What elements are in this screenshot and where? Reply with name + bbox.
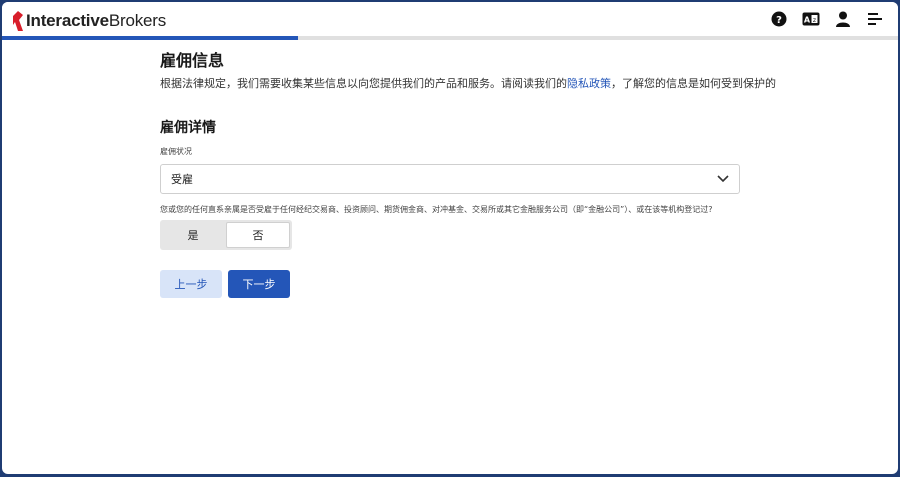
- intro-text-before: 根据法律规定，我们需要收集某些信息以向您提供我们的产品和服务。请阅读我们的: [160, 77, 567, 90]
- toggle-no[interactable]: 否: [226, 222, 290, 248]
- toggle-yes[interactable]: 是: [162, 222, 224, 248]
- affiliation-toggle: 是 否: [160, 220, 292, 250]
- employment-status-label: 雇佣状况: [160, 147, 192, 156]
- svg-text:z: z: [813, 17, 816, 24]
- brand-logo[interactable]: InteractiveBrokers: [12, 10, 166, 32]
- intro-text: 根据法律规定，我们需要收集某些信息以向您提供我们的产品和服务。请阅读我们的隐私政…: [160, 76, 776, 92]
- language-icon[interactable]: Az: [802, 10, 820, 28]
- page-title: 雇佣信息: [160, 51, 225, 70]
- progress-fill: [2, 36, 298, 40]
- previous-button[interactable]: 上一步: [160, 270, 222, 298]
- menu-icon[interactable]: [866, 10, 884, 28]
- privacy-policy-link[interactable]: 隐私政策: [567, 77, 611, 90]
- brand-name: InteractiveBrokers: [26, 11, 167, 30]
- app-window: InteractiveBrokers ? Az 雇佣信息 根据法律规定，我们需要…: [2, 2, 898, 474]
- next-button[interactable]: 下一步: [228, 270, 290, 298]
- chevron-down-icon: [717, 175, 729, 183]
- help-icon[interactable]: ?: [770, 10, 788, 28]
- ib-logo-icon: [13, 11, 23, 31]
- main-content: 雇佣信息 根据法律规定，我们需要收集某些信息以向您提供我们的产品和服务。请阅读我…: [160, 50, 776, 298]
- progress-track: [2, 36, 898, 40]
- nav-buttons: 上一步 下一步: [160, 270, 742, 298]
- affiliation-question: 您或您的任何直系亲属是否受雇于任何经纪交易商、投资顾问、期货佣金商、对冲基金、交…: [160, 205, 713, 214]
- intro-text-after: ，了解您的信息是如何受到保护的: [611, 77, 776, 90]
- employment-status-select[interactable]: 受雇: [160, 164, 740, 194]
- svg-text:?: ?: [776, 15, 782, 26]
- section-title: 雇佣详情: [160, 120, 216, 136]
- top-header: InteractiveBrokers ? Az: [2, 2, 898, 36]
- svg-text:A: A: [804, 16, 811, 25]
- user-icon[interactable]: [834, 10, 852, 28]
- employment-status-value: 受雇: [171, 173, 193, 186]
